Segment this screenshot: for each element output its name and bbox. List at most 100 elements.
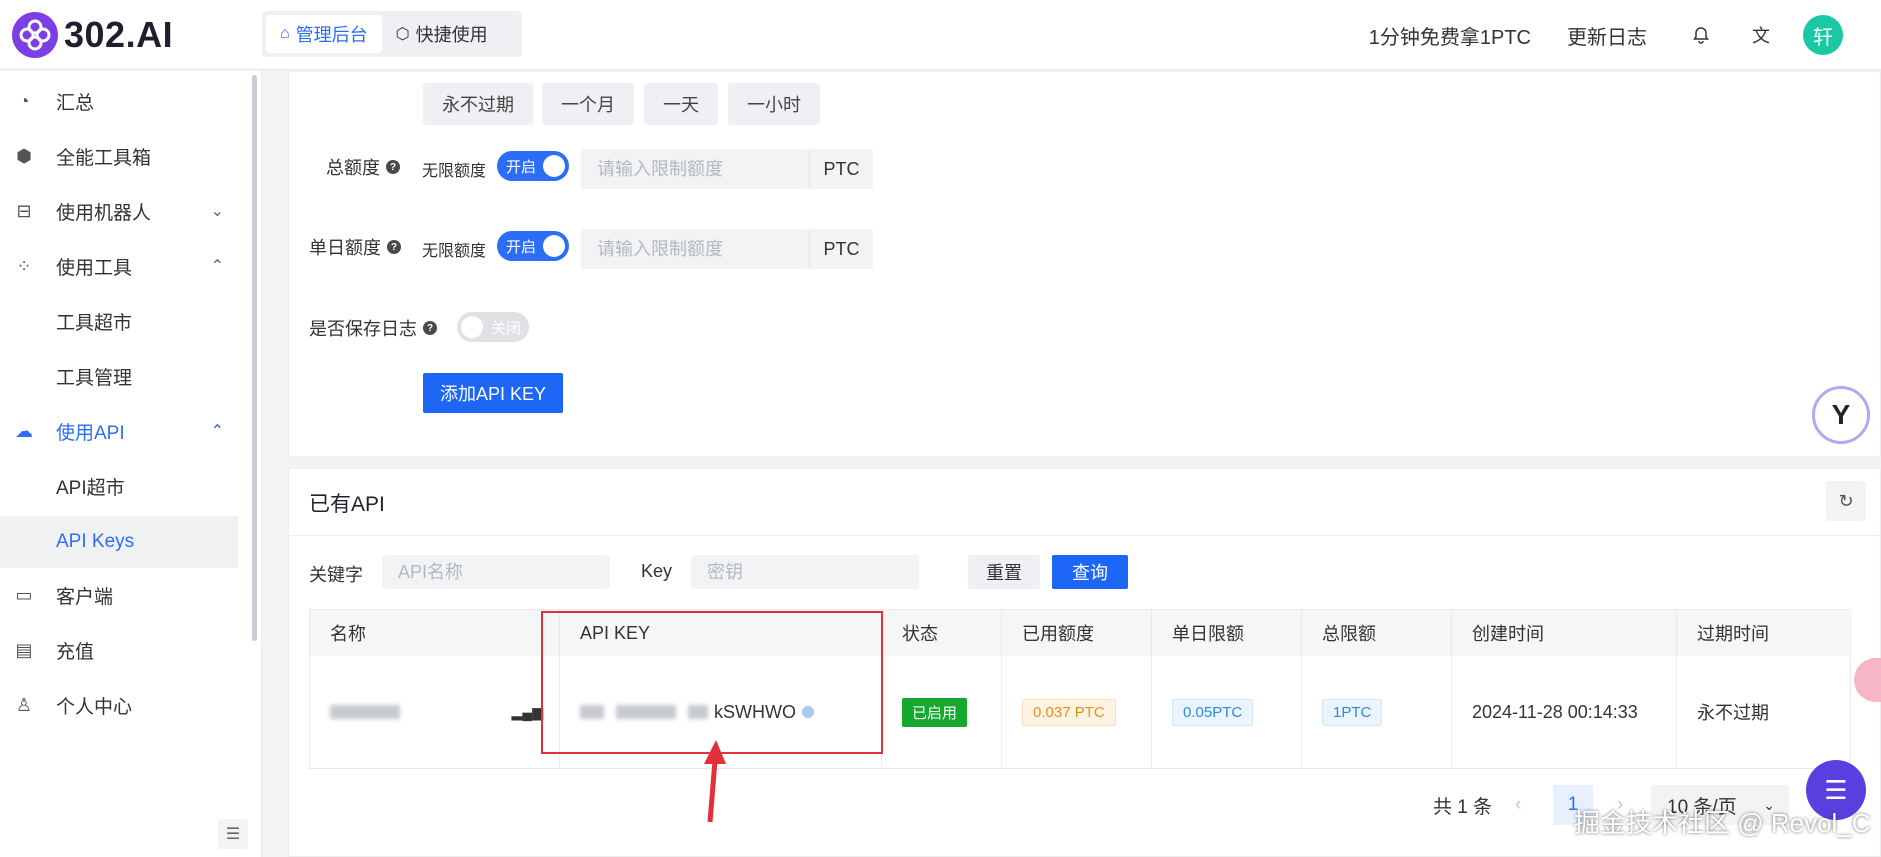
- toggle-knob: [461, 316, 483, 338]
- daily-quota-unit: PTC: [809, 229, 873, 269]
- refresh-icon[interactable]: ↻: [1826, 481, 1866, 521]
- key-input[interactable]: [691, 555, 919, 589]
- expiry-never-button[interactable]: 永不过期: [423, 83, 533, 125]
- sidebar-item-label: 使用机器人: [56, 202, 152, 224]
- sidebar-item-tools[interactable]: ⁘ 使用工具 ⌃: [0, 242, 238, 290]
- help-icon[interactable]: ?: [386, 160, 400, 174]
- mode-switcher: ⌂ 管理后台 ⬡ 快捷使用: [262, 11, 522, 57]
- column-header: 单日限额: [1152, 610, 1302, 656]
- expiry-day-button[interactable]: 一天: [644, 83, 718, 125]
- save-log-toggle[interactable]: 关闭: [457, 312, 529, 342]
- total-quota-input[interactable]: [581, 149, 809, 189]
- top-bar: 302.AI ⌂ 管理后台 ⬡ 快捷使用 1分钟免费拿1PTC 更新日志 文 轩: [0, 0, 1881, 70]
- column-header: 创建时间: [1452, 610, 1677, 656]
- column-header: 状态: [882, 610, 1002, 656]
- cell-used: 0.037 PTC: [1002, 656, 1152, 768]
- daily-quota-label: 单日额度 ?: [309, 234, 401, 260]
- column-header: 已用额度: [1002, 610, 1152, 656]
- assistant-float-icon[interactable]: Y: [1812, 386, 1870, 444]
- sidebar-item-recharge[interactable]: ▤ 充值: [0, 626, 238, 674]
- tools-icon: ⁘: [16, 255, 32, 276]
- chevron-up-icon: ⌃: [210, 423, 224, 440]
- column-header: 名称: [310, 610, 560, 656]
- promo-link[interactable]: 1分钟免费拿1PTC: [1369, 21, 1531, 50]
- sidebar-item-client[interactable]: ▭ 客户端: [0, 571, 238, 619]
- sidebar-item-label: 工具超市: [56, 312, 133, 334]
- sidebar-item-profile[interactable]: ♙ 个人中心: [0, 681, 238, 729]
- keyword-input[interactable]: [382, 555, 610, 589]
- save-log-label: 是否保存日志 ?: [309, 315, 437, 341]
- avatar[interactable]: 轩: [1803, 15, 1843, 55]
- daily-limit-badge: 0.05PTC: [1172, 698, 1254, 726]
- sidebar-item-label: 客户端: [56, 586, 114, 608]
- reset-button[interactable]: 重置: [968, 555, 1040, 589]
- sidebar: ◔ 汇总 ⬢ 全能工具箱 ⊟ 使用机器人 ⌄ ⁘ 使用工具 ⌃ 工具超市 工具管…: [0, 71, 262, 857]
- total-quota-label: 总额度 ?: [326, 154, 400, 180]
- brand-name: 302.AI: [64, 14, 174, 55]
- sidebar-item-api-market[interactable]: API超市: [0, 462, 238, 510]
- add-api-key-button[interactable]: 添加API KEY: [423, 373, 563, 413]
- sidebar-item-summary[interactable]: ◔ 汇总: [0, 77, 238, 125]
- query-button[interactable]: 查询: [1052, 555, 1128, 589]
- daily-quota-input[interactable]: [581, 229, 809, 269]
- used-badge: 0.037 PTC: [1022, 698, 1116, 726]
- home-icon: ⌂: [280, 25, 290, 42]
- top-right-actions: 1分钟免费拿1PTC 更新日志 文 轩: [1369, 0, 1881, 70]
- collapse-sidebar-icon[interactable]: ☰: [218, 819, 248, 849]
- total-quota-unit: PTC: [809, 149, 873, 189]
- toggle-text: 关闭: [491, 319, 522, 337]
- expiry-month-button[interactable]: 一个月: [542, 83, 634, 125]
- tab-quick-use-label: 快捷使用: [415, 25, 488, 45]
- sidebar-item-tool-market[interactable]: 工具超市: [0, 297, 238, 345]
- cell-status: 已启用: [882, 656, 1002, 768]
- sidebar-item-tool-manage[interactable]: 工具管理: [0, 352, 238, 400]
- chevron-up-icon: ⌃: [210, 258, 224, 275]
- sidebar-item-toolbox[interactable]: ⬢ 全能工具箱: [0, 132, 238, 180]
- monitor-icon: ▭: [15, 584, 33, 605]
- sidebar-item-label: 个人中心: [56, 696, 133, 718]
- sidebar-item-label: 充值: [56, 641, 95, 663]
- bar-chart-icon[interactable]: ▂▄▆: [512, 704, 543, 721]
- prev-page-icon[interactable]: ‹: [1515, 785, 1521, 825]
- card-icon: ▤: [15, 639, 33, 660]
- cell-expires: 永不过期: [1697, 703, 1769, 723]
- cube-icon: ⬡: [395, 26, 410, 43]
- total-unlimited-toggle[interactable]: 开启: [497, 151, 569, 181]
- help-icon[interactable]: ?: [387, 240, 401, 254]
- sidebar-item-label: 工具管理: [56, 367, 133, 389]
- sidebar-item-label: 全能工具箱: [56, 147, 152, 169]
- daily-quota-label-text: 单日额度: [309, 238, 381, 258]
- box-icon: ⬢: [16, 145, 32, 166]
- sidebar-item-use-api[interactable]: ☁ 使用API ⌃: [0, 407, 238, 455]
- help-icon[interactable]: ?: [423, 321, 437, 335]
- dashboard-icon: ◔: [18, 90, 30, 111]
- total-quota-label-text: 总额度: [326, 158, 380, 178]
- key-label: Key: [641, 561, 673, 581]
- user-icon: ♙: [15, 694, 33, 715]
- total-limit-badge: 1PTC: [1322, 698, 1383, 726]
- sidebar-item-robots[interactable]: ⊟ 使用机器人 ⌄: [0, 187, 238, 235]
- bell-icon[interactable]: [1683, 17, 1719, 53]
- pagination-total: 共 1 条: [1433, 796, 1493, 818]
- cloud-api-icon: ☁: [15, 420, 33, 441]
- sidebar-item-label: 汇总: [56, 92, 95, 114]
- changelog-link[interactable]: 更新日志: [1567, 21, 1647, 50]
- tab-quick-use[interactable]: ⬡ 快捷使用: [382, 15, 502, 53]
- sidebar-item-label: 使用工具: [56, 257, 133, 279]
- cell-daily-limit: 0.05PTC: [1152, 656, 1302, 768]
- robot-icon: ⊟: [16, 200, 32, 221]
- sidebar-item-label: API超市: [56, 477, 125, 499]
- expiry-hour-button[interactable]: 一小时: [728, 83, 820, 125]
- translate-icon[interactable]: 文: [1743, 17, 1779, 53]
- brand-logo[interactable]: 302.AI: [12, 12, 173, 58]
- daily-unlimited-toggle[interactable]: 开启: [497, 231, 569, 261]
- section-title: 已有API: [309, 493, 385, 516]
- sidebar-item-api-keys[interactable]: API Keys: [0, 516, 238, 568]
- sidebar-item-label: API Keys: [56, 531, 135, 552]
- redacted-name: [330, 705, 400, 719]
- existing-api-panel: 已有API ↻ 关键字 Key 重置 查询 名称 API KEY 状态 已用额度…: [288, 468, 1881, 857]
- cell-total-limit: 1PTC: [1302, 656, 1452, 768]
- sidebar-scrollbar[interactable]: [252, 75, 257, 641]
- cell-name: ▂▄▆: [310, 656, 560, 768]
- tab-admin[interactable]: ⌂ 管理后台: [266, 15, 382, 53]
